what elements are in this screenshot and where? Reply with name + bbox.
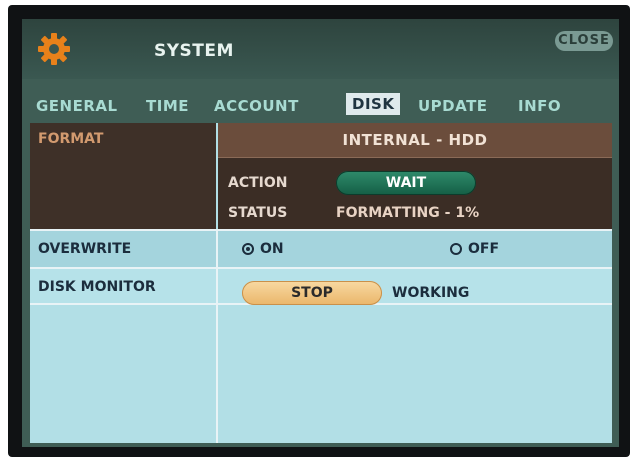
status-label: STATUS bbox=[228, 205, 288, 221]
disk-monitor-label: DISK MONITOR bbox=[38, 279, 156, 295]
disk-settings-table: FORMAT INTERNAL - HDD ACTION WAIT STATUS… bbox=[30, 123, 612, 443]
dialog-title: SYSTEM bbox=[154, 41, 234, 61]
action-label: ACTION bbox=[228, 175, 288, 191]
radio-unselected-icon[interactable] bbox=[450, 243, 462, 255]
format-label: FORMAT bbox=[38, 131, 104, 147]
tab-account[interactable]: ACCOUNT bbox=[214, 97, 299, 115]
format-panel: INTERNAL - HDD ACTION WAIT STATUS FORMAT… bbox=[218, 123, 612, 229]
format-target: INTERNAL - HDD bbox=[342, 131, 488, 149]
tab-disk[interactable]: DISK bbox=[346, 93, 401, 115]
tab-general[interactable]: GENERAL bbox=[36, 97, 118, 115]
tab-time[interactable]: TIME bbox=[146, 97, 189, 115]
close-button[interactable]: CLOSE bbox=[555, 31, 613, 51]
overwrite-on-label: ON bbox=[260, 241, 284, 257]
wait-button[interactable]: WAIT bbox=[336, 171, 476, 195]
tab-info[interactable]: INFO bbox=[518, 97, 561, 115]
radio-selected-icon[interactable] bbox=[242, 243, 254, 255]
overwrite-off-label: OFF bbox=[468, 241, 500, 257]
gear-icon bbox=[38, 33, 70, 65]
disk-monitor-status: WORKING bbox=[392, 285, 470, 301]
overwrite-label: OVERWRITE bbox=[38, 241, 132, 257]
tab-bar: GENERAL TIME ACCOUNT DISK UPDATE INFO bbox=[22, 91, 619, 121]
column-divider bbox=[216, 229, 218, 443]
tab-update[interactable]: UPDATE bbox=[418, 97, 488, 115]
dialog-header: SYSTEM CLOSE bbox=[22, 19, 619, 79]
format-target-bar: INTERNAL - HDD bbox=[218, 123, 612, 158]
system-dialog: SYSTEM CLOSE GENERAL TIME ACCOUNT DISK U… bbox=[22, 19, 619, 447]
monitor-screen: SYSTEM CLOSE GENERAL TIME ACCOUNT DISK U… bbox=[8, 5, 630, 457]
overwrite-on-option[interactable]: ON bbox=[242, 241, 284, 257]
stop-button[interactable]: STOP bbox=[242, 281, 382, 305]
format-row-label-cell: FORMAT bbox=[30, 123, 216, 229]
status-value: FORMATTING - 1% bbox=[336, 205, 480, 221]
overwrite-off-option[interactable]: OFF bbox=[450, 241, 499, 257]
